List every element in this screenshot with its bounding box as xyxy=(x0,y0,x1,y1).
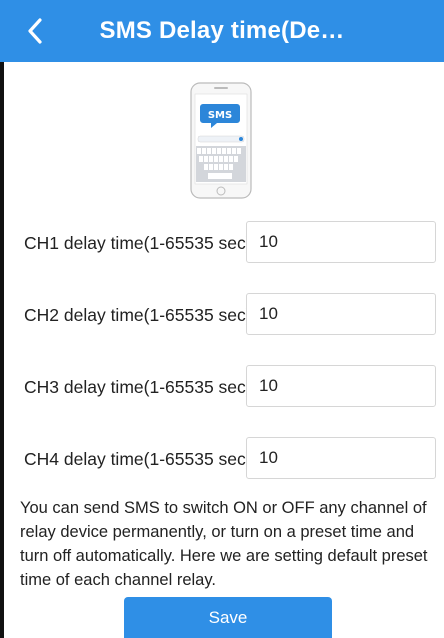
ch2-label: CH2 delay time(1-65535 sec) xyxy=(24,305,252,325)
page-title: SMS Delay time(De… xyxy=(99,17,345,44)
window-edge xyxy=(0,62,4,638)
ch4-row: CH4 delay time(1-65535 sec) xyxy=(24,437,438,481)
ch2-delay-input[interactable] xyxy=(246,293,436,335)
ch1-row: CH1 delay time(1-65535 sec) xyxy=(24,221,438,265)
ch3-label: CH3 delay time(1-65535 sec) xyxy=(24,377,252,397)
ch4-delay-input[interactable] xyxy=(246,437,436,479)
save-button[interactable]: Save xyxy=(124,597,332,638)
top-bar: SMS Delay time(De… xyxy=(0,0,444,62)
sms-phone-illustration: SMS xyxy=(190,82,252,199)
description-text: You can send SMS to switch ON or OFF any… xyxy=(20,499,428,589)
back-button[interactable] xyxy=(18,12,52,50)
sms-badge: SMS xyxy=(208,110,232,121)
ch1-label: CH1 delay time(1-65535 sec) xyxy=(24,233,252,253)
ch1-delay-input[interactable] xyxy=(246,221,436,263)
ch3-delay-input[interactable] xyxy=(246,365,436,407)
ch2-row: CH2 delay time(1-65535 sec) xyxy=(24,293,438,337)
ch4-label: CH4 delay time(1-65535 sec) xyxy=(24,449,252,469)
ch3-row: CH3 delay time(1-65535 sec) xyxy=(24,365,438,409)
chevron-left-icon xyxy=(28,18,42,44)
